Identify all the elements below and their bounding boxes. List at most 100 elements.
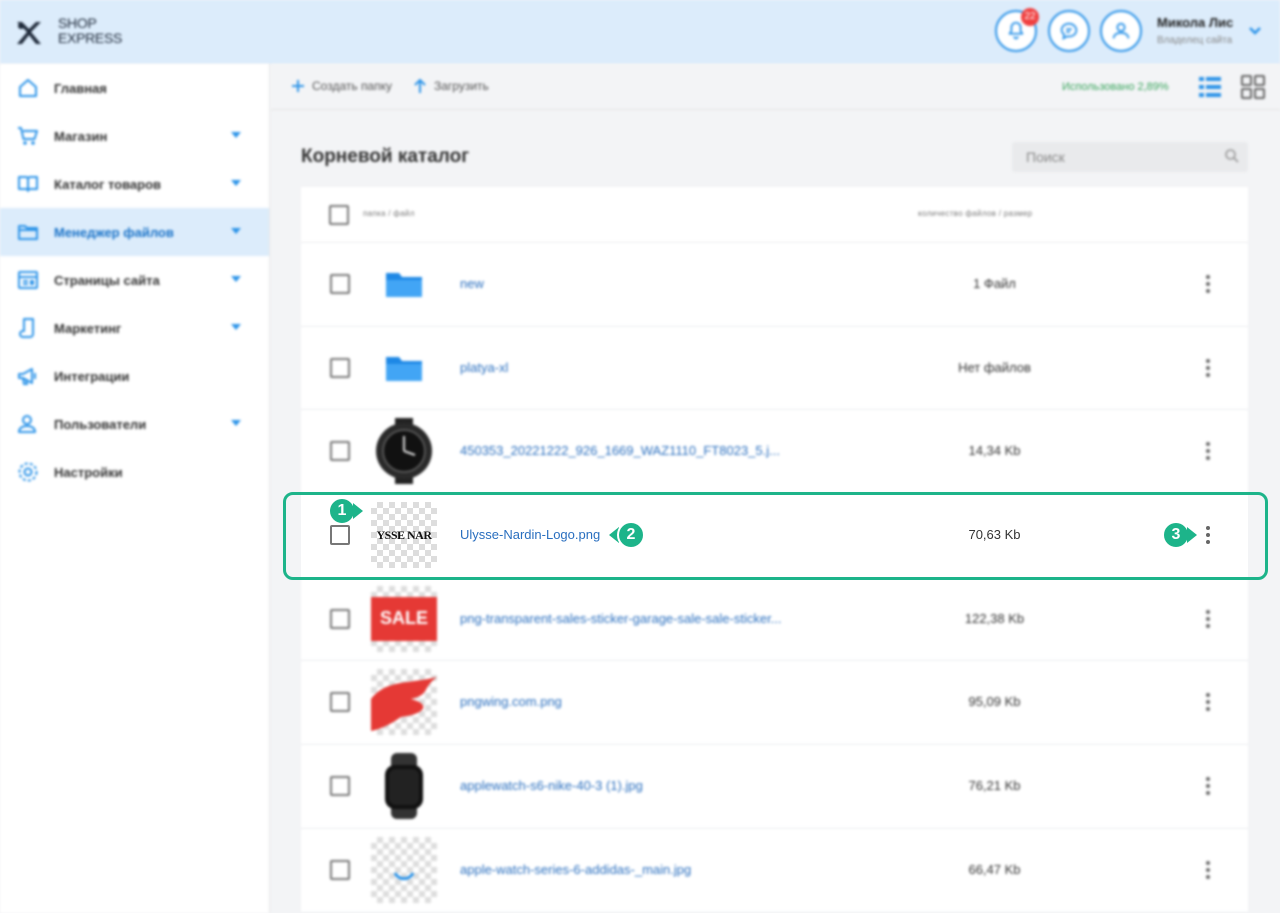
file-name-link[interactable]: platya-xl (460, 360, 508, 375)
gear-icon (16, 460, 40, 484)
more-options-icon[interactable] (1203, 440, 1213, 462)
file-name-link[interactable]: pngwing.com.png (460, 694, 562, 709)
row-checkbox[interactable] (330, 357, 350, 378)
more-options-icon[interactable] (1203, 859, 1213, 881)
more-options-icon[interactable] (1203, 273, 1213, 295)
row-checkbox[interactable] (330, 859, 350, 880)
callout-number: 2 (626, 526, 636, 543)
caret-down-icon[interactable] (231, 276, 241, 282)
sidebar-item-settings[interactable]: Настройки (0, 448, 269, 496)
upload-label: Загрузить (434, 79, 489, 93)
user-name[interactable]: Микола Лис (1157, 15, 1233, 30)
column-header-name: папка / файл (363, 209, 415, 218)
logo-mark-icon (17, 22, 41, 44)
profile-button[interactable] (1100, 10, 1142, 52)
apple-watch-thumbnail[interactable] (371, 753, 437, 820)
table-row[interactable]: new 1 Файл (301, 243, 1248, 327)
sidebar-item-home[interactable]: Главная (0, 64, 269, 112)
logo-line-2: EXPRESS (58, 30, 123, 46)
file-size: 76,21 Kb (968, 778, 1021, 794)
row-checkbox[interactable] (330, 776, 350, 797)
row-checkbox[interactable] (330, 441, 350, 462)
table-row[interactable]: SALE png-transparent-sales-sticker-garag… (301, 577, 1248, 662)
table-row[interactable]: applewatch-s6-nike-40-3 (1).jpg 76,21 Kb (301, 745, 1248, 829)
marketing-icon (16, 316, 40, 340)
grid-view-icon (1241, 75, 1265, 99)
user-role: Владелец сайта (1157, 35, 1233, 46)
caret-down-icon[interactable] (231, 324, 241, 330)
caret-down-icon[interactable] (231, 420, 241, 426)
messages-button[interactable] (1048, 10, 1090, 52)
callout-number: 1 (337, 502, 347, 519)
highlight-frame (283, 492, 1268, 580)
callout-marker-3: 3 (1162, 521, 1190, 549)
file-size: 95,09 Kb (968, 694, 1021, 710)
file-name-link[interactable]: apple-watch-series-6-addidas-_main.jpg (460, 862, 691, 877)
sidebar-item-integrations[interactable]: Интеграции (0, 352, 269, 400)
more-options-icon[interactable] (1203, 691, 1213, 713)
loading-thumbnail[interactable] (371, 836, 437, 903)
storage-usage: Использовано 2,89% (1062, 81, 1169, 93)
caret-down-icon[interactable] (231, 228, 241, 234)
page-title: Корневой каталог (301, 146, 470, 167)
create-folder-label: Создать папку (312, 79, 392, 93)
notifications-button[interactable]: 22 (995, 8, 1039, 52)
row-checkbox[interactable] (330, 274, 350, 294)
top-header: SHOP EXPRESS 22 Микола Лис Владелец сайт… (0, 0, 1280, 64)
chevron-down-icon[interactable] (1248, 26, 1262, 36)
search-icon[interactable] (1224, 148, 1240, 164)
table-row[interactable]: 450353_20221222_926_1669_WAZ1110_FT8023_… (301, 410, 1248, 495)
shop-express-logo[interactable]: SHOP EXPRESS (14, 16, 124, 50)
plus-icon (292, 80, 304, 92)
upload-button[interactable]: Загрузить (412, 78, 489, 94)
search-input[interactable] (1012, 142, 1248, 172)
select-all-checkbox[interactable] (329, 205, 349, 225)
file-name-link[interactable]: new (460, 276, 484, 291)
row-checkbox[interactable] (330, 608, 350, 629)
file-name-link[interactable]: png-transparent-sales-sticker-garage-sal… (460, 611, 782, 626)
sidebar-item-catalog[interactable]: Каталог товаров (0, 160, 269, 208)
pages-icon (16, 268, 40, 292)
sale-sticker-thumbnail[interactable]: SALE (371, 585, 437, 652)
sidebar-item-label: Каталог товаров (54, 176, 162, 192)
create-folder-button[interactable]: Создать папку (290, 78, 392, 94)
sidebar-item-label: Главная (54, 80, 107, 96)
loading-spinner-icon (393, 872, 415, 880)
more-options-icon[interactable] (1203, 357, 1213, 379)
book-icon (16, 172, 40, 196)
sidebar-item-label: Пользователи (54, 416, 147, 432)
folder-icon[interactable] (371, 335, 437, 401)
more-options-icon[interactable] (1203, 608, 1213, 630)
logo-text: SHOP EXPRESS (58, 16, 122, 46)
callout-pointer-1 (353, 503, 363, 519)
table-header: папка / файл количество файлов / размер (301, 187, 1248, 243)
home-icon (16, 76, 40, 100)
table-row[interactable]: platya-xl Нет файлов (301, 326, 1248, 411)
sidebar-item-file-manager[interactable]: Менеджер файлов (0, 208, 269, 256)
megaphone-icon (16, 364, 40, 388)
more-options-icon[interactable] (1203, 775, 1213, 797)
column-header-size: количество файлов / размер (918, 209, 1033, 218)
table-row[interactable]: apple-watch-series-6-addidas-_main.jpg 6… (301, 828, 1248, 913)
grid-view-button[interactable] (1240, 74, 1266, 100)
caret-down-icon[interactable] (231, 132, 241, 138)
notifications-badge: 22 (1021, 8, 1039, 26)
table-row[interactable]: pngwing.com.png 95,09 Kb (301, 661, 1248, 746)
file-size: 66,47 Kb (968, 861, 1021, 877)
file-name-link[interactable]: applewatch-s6-nike-40-3 (1).jpg (460, 778, 643, 793)
sidebar-item-users[interactable]: Пользователи (0, 400, 269, 448)
sale-thumbnail-text: SALE (371, 596, 437, 641)
upload-arrow-icon (414, 78, 426, 93)
file-size: 1 Файл (973, 276, 1016, 291)
sidebar-item-pages[interactable]: Страницы сайта (0, 256, 269, 304)
watch-thumbnail[interactable] (371, 418, 437, 485)
red-splash-thumbnail[interactable] (371, 669, 437, 736)
row-checkbox[interactable] (330, 692, 350, 713)
folder-icon (16, 220, 40, 244)
folder-icon[interactable] (371, 251, 437, 317)
sidebar-item-marketing[interactable]: Маркетинг (0, 304, 269, 352)
sidebar-item-shop[interactable]: Магазин (0, 112, 269, 160)
file-name-link[interactable]: 450353_20221222_926_1669_WAZ1110_FT8023_… (460, 443, 780, 458)
list-view-button[interactable] (1197, 74, 1223, 100)
caret-down-icon[interactable] (231, 180, 241, 186)
